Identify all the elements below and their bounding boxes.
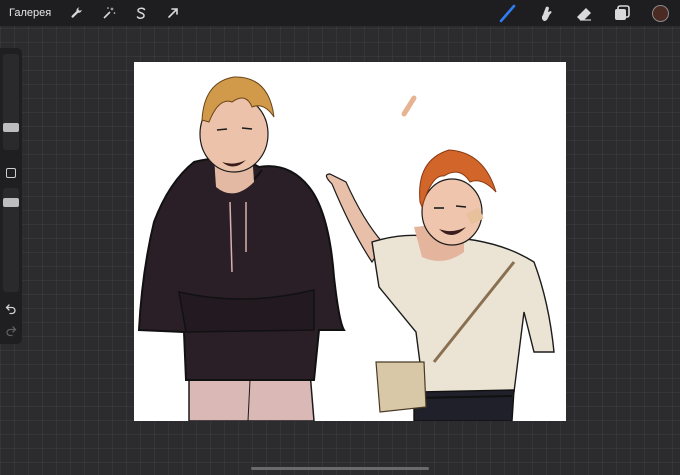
wrench-icon[interactable] xyxy=(69,5,85,21)
eraser-icon[interactable] xyxy=(574,3,594,23)
layers-icon[interactable] xyxy=(612,3,632,23)
left-figure xyxy=(137,76,346,421)
brush-size-handle[interactable] xyxy=(3,123,19,132)
home-indicator[interactable] xyxy=(251,467,429,470)
side-panel xyxy=(0,48,22,344)
artwork-illustration xyxy=(137,76,555,421)
brush-size-slider[interactable] xyxy=(3,54,19,150)
opacity-handle[interactable] xyxy=(3,198,19,207)
transform-arrow-icon[interactable] xyxy=(165,5,181,21)
undo-icon[interactable] xyxy=(5,303,17,315)
drawing-canvas[interactable] xyxy=(134,62,566,421)
smudge-icon[interactable] xyxy=(536,3,556,23)
top-toolbar: Галерея xyxy=(0,0,680,26)
paint-stroke xyxy=(401,95,417,117)
selection-icon[interactable] xyxy=(133,5,149,21)
magic-wand-icon[interactable] xyxy=(101,5,117,21)
gallery-button[interactable]: Галерея xyxy=(9,7,51,19)
current-color-swatch[interactable] xyxy=(651,4,669,22)
brush-icon[interactable] xyxy=(498,3,518,23)
redo-icon[interactable] xyxy=(5,325,17,337)
modify-button[interactable] xyxy=(6,168,16,178)
right-figure xyxy=(325,149,555,421)
color-picker-button[interactable] xyxy=(650,3,670,23)
